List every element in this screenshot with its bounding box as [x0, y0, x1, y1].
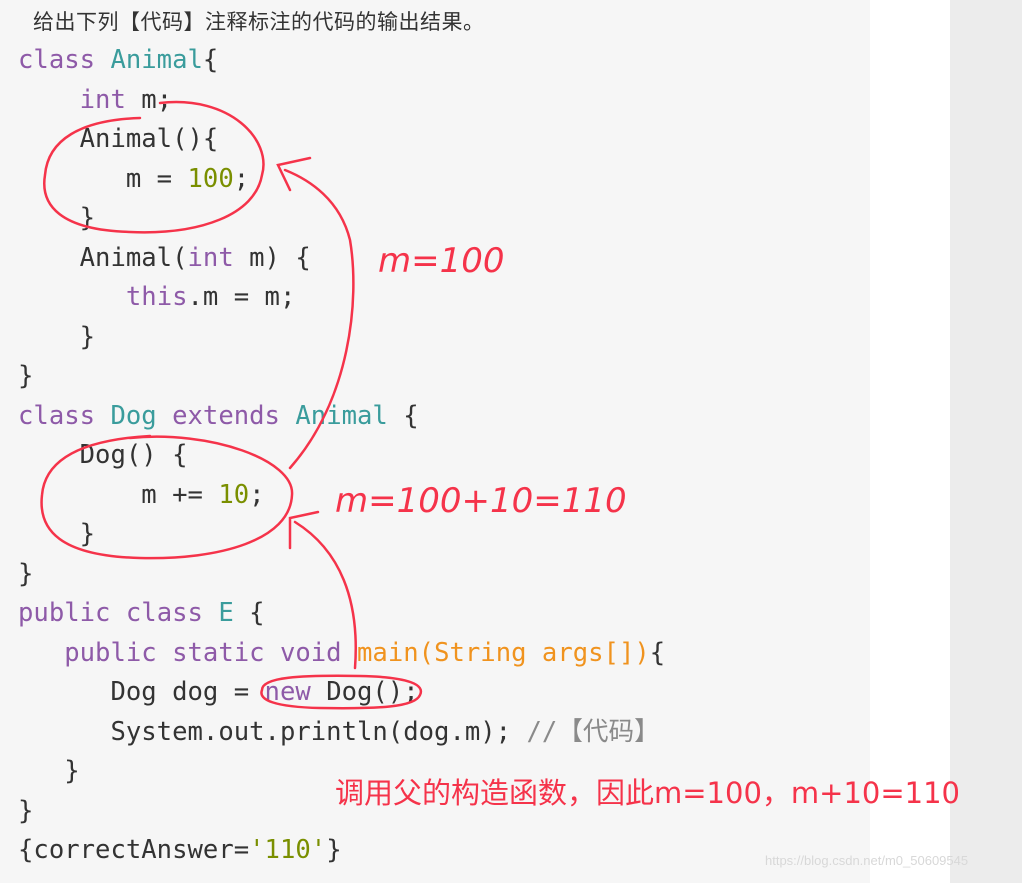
handwritten-m-100: m=100 — [378, 241, 505, 281]
circle-animal-constructor — [43, 100, 265, 234]
arrow-to-dog — [293, 520, 357, 670]
arrowhead-dog-icon — [288, 510, 320, 550]
arrow-to-animal — [283, 168, 355, 470]
explanation-note: 调用父的构造函数，因此m=100，m+10=110 — [335, 776, 961, 810]
annotation-layer: m=100 m=100+10=110 — [40, 100, 627, 710]
handwritten-m-110: m=100+10=110 — [335, 481, 627, 521]
circle-dog-constructor — [40, 434, 294, 560]
oval-new-dog — [260, 674, 423, 710]
watermark: https://blog.csdn.net/m0_50609545 — [765, 853, 969, 868]
